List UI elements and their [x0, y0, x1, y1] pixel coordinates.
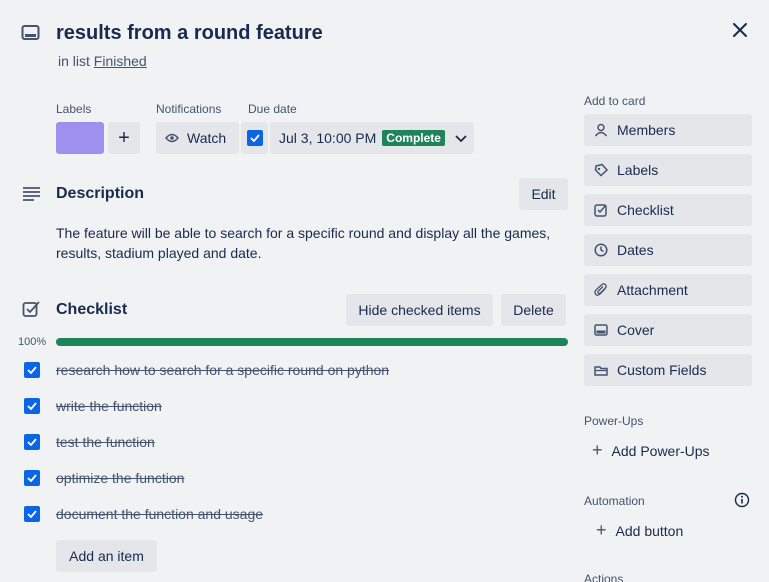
checklist-item-text[interactable]: write the function [56, 398, 162, 414]
sidebar-button-custom-fields[interactable]: Custom Fields [584, 354, 752, 386]
due-date-value: Jul 3, 10:00 PM [279, 130, 377, 146]
watch-button[interactable]: Watch [156, 122, 239, 154]
checkbox-checked[interactable] [24, 398, 40, 414]
list-location: in list Finished [58, 53, 147, 69]
power-ups-heading: Power-Ups [584, 414, 644, 428]
sidebar-button-label: Dates [617, 242, 654, 258]
sidebar-button-dates[interactable]: Dates [584, 234, 752, 266]
close-icon[interactable] [730, 20, 750, 45]
due-date-button[interactable]: Jul 3, 10:00 PM Complete [270, 122, 474, 154]
actions-heading: Actions [584, 572, 624, 582]
card-title[interactable]: results from a round feature [56, 22, 323, 45]
sidebar-button-label: Cover [617, 322, 655, 338]
checklist-item[interactable]: test the function [24, 434, 155, 450]
complete-badge: Complete [382, 130, 445, 146]
sidebar-button-label: Labels [617, 162, 659, 178]
checkmark-icon [246, 130, 263, 146]
add-power-ups-label: Add Power-Ups [611, 442, 710, 459]
sidebar-button-label: Members [617, 122, 676, 138]
sidebar-button-checklist[interactable]: Checklist [584, 194, 752, 226]
card-icon [21, 24, 41, 47]
notifications-heading: Notifications [156, 102, 222, 116]
delete-checklist-button[interactable]: Delete [501, 294, 566, 326]
plus-icon: + [596, 520, 607, 540]
due-date-heading: Due date [248, 102, 297, 116]
checklist-item[interactable]: optimize the function [24, 470, 184, 486]
checkbox-checked[interactable] [24, 362, 40, 378]
plus-icon: + [592, 440, 603, 460]
checklist-item-text[interactable]: test the function [56, 434, 155, 450]
checklist-item-text[interactable]: document the function and usage [56, 506, 263, 522]
cover-icon [594, 323, 608, 337]
add-power-ups-button[interactable]: + Add Power-Ups [592, 440, 710, 461]
add-label-button[interactable]: + [108, 122, 140, 154]
checklist-icon [22, 300, 42, 325]
progress-track [56, 338, 568, 346]
add-item-button[interactable]: Add an item [56, 540, 157, 572]
add-to-card-heading: Add to card [584, 94, 646, 108]
progress-percent: 100% [18, 336, 47, 348]
list-link[interactable]: Finished [94, 53, 147, 69]
labels-heading: Labels [56, 102, 92, 116]
sidebar-button-label: Custom Fields [617, 362, 707, 378]
sidebar-button-cover[interactable]: Cover [584, 314, 752, 346]
sidebar-button-label: Checklist [617, 202, 674, 218]
custom-fields-icon [594, 363, 608, 377]
checklist-item[interactable]: document the function and usage [24, 506, 263, 522]
sidebar-button-members[interactable]: Members [584, 114, 752, 146]
add-button-button[interactable]: + Add button [596, 520, 683, 541]
in-list-prefix: in list [58, 53, 90, 69]
checklist-item-text[interactable]: research how to search for a specific ro… [56, 362, 389, 378]
info-icon[interactable] [734, 492, 750, 513]
progress-fill [56, 338, 568, 346]
clock-icon [594, 243, 608, 257]
add-button-label: Add button [615, 522, 684, 539]
paperclip-icon [594, 283, 608, 297]
edit-description-button[interactable]: Edit [519, 178, 568, 210]
checklist-item[interactable]: research how to search for a specific ro… [24, 362, 389, 378]
checkbox-checked[interactable] [24, 506, 40, 522]
sidebar-button-attachment[interactable]: Attachment [584, 274, 752, 306]
due-date-complete-checkbox[interactable] [241, 122, 268, 154]
checkbox-checked[interactable] [24, 470, 40, 486]
sidebar-button-label: Attachment [617, 282, 688, 298]
checklist-heading: Checklist [56, 301, 128, 318]
sidebar-button-labels[interactable]: Labels [584, 154, 752, 186]
description-icon [22, 186, 42, 207]
description-text[interactable]: The feature will be able to search for a… [56, 223, 556, 263]
description-heading: Description [56, 185, 145, 202]
plus-icon: + [118, 126, 130, 149]
eye-icon [165, 131, 179, 145]
checklist-item-text[interactable]: optimize the function [56, 470, 184, 486]
checklist-item[interactable]: write the function [24, 398, 162, 414]
chevron-down-icon [455, 130, 467, 146]
tag-icon [594, 163, 608, 177]
label-chip[interactable] [56, 122, 104, 154]
checklist-icon [594, 203, 608, 217]
watch-label: Watch [187, 130, 227, 146]
automation-heading: Automation [584, 494, 645, 508]
hide-checked-items-button[interactable]: Hide checked items [346, 294, 493, 326]
person-icon [594, 123, 608, 137]
checkbox-checked[interactable] [24, 434, 40, 450]
